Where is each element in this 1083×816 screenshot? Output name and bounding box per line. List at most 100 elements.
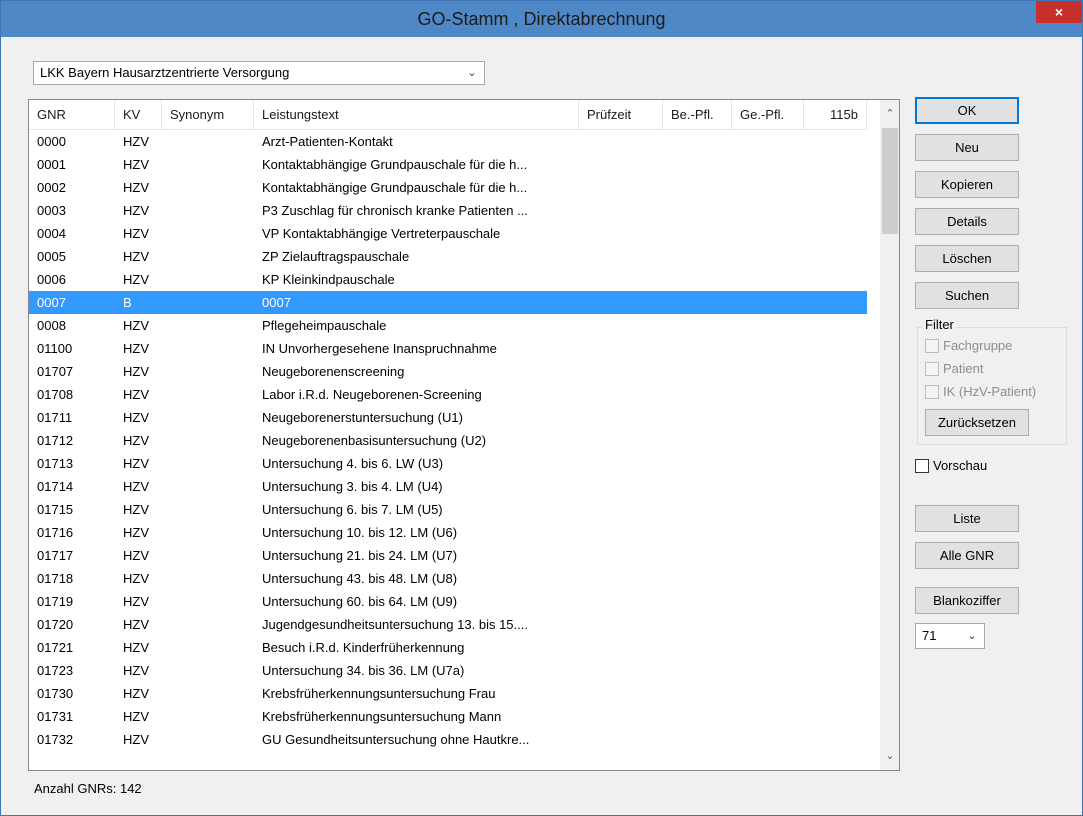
cell-synonym xyxy=(162,590,254,613)
cell-leistungstext: Besuch i.R.d. Kinderfrüherkennung xyxy=(262,640,465,655)
cell-kv: HZV xyxy=(123,709,149,724)
checkbox-box[interactable] xyxy=(925,385,939,399)
table-row[interactable]: 01716 HZV Untersuchung 10. bis 12. LM (U6) xyxy=(29,521,867,544)
close-icon: × xyxy=(1054,4,1064,20)
cell-kv: HZV xyxy=(123,410,149,425)
checkbox-box[interactable] xyxy=(925,339,939,353)
filter-patient-label: Patient xyxy=(943,361,984,376)
table-row[interactable]: 01720 HZV Jugendgesundheitsuntersuchung 13… xyxy=(29,613,867,636)
table-row[interactable]: 0008 HZV Pflegeheimpauschale xyxy=(29,314,867,337)
dialog-client: LKK Bayern Hausarztzentrierte Versorgung… xyxy=(9,37,1075,809)
cell-kv: HZV xyxy=(123,157,149,172)
cell-synonym xyxy=(162,475,254,498)
cell-kv: HZV xyxy=(123,272,149,287)
table-row[interactable]: 01731 HZV Krebsfrüherkennungsuntersuchung … xyxy=(29,705,867,728)
cell-kv: HZV xyxy=(123,387,149,402)
table-row[interactable]: 0005 HZV ZP Zielauftragspauschale xyxy=(29,245,867,268)
column-header-leistungstext[interactable]: Leistungstext xyxy=(254,100,579,130)
new-button[interactable]: Neu xyxy=(915,134,1019,161)
ok-button[interactable]: OK xyxy=(915,97,1019,124)
table-row[interactable]: 01719 HZV Untersuchung 60. bis 64. LM (U9) xyxy=(29,590,867,613)
filter-ik-checkbox[interactable]: IK (HzV-Patient) xyxy=(925,383,1065,401)
preview-checkbox[interactable]: Vorschau xyxy=(915,457,1035,475)
gnr-table[interactable]: GNR KV Synonym Leistungstext Prüfzeit Be… xyxy=(28,99,900,771)
column-header-ge-pfl[interactable]: Ge.-Pfl. xyxy=(732,100,804,130)
table-row[interactable]: 0006 HZV KP Kleinkindpauschale xyxy=(29,268,867,291)
table-row[interactable]: 01100 HZV IN Unvorhergesehene Inanspruchna… xyxy=(29,337,867,360)
checkbox-box[interactable] xyxy=(925,362,939,376)
cell-kv: HZV xyxy=(123,525,149,540)
cell-synonym xyxy=(162,567,254,590)
filter-fachgruppe-label: Fachgruppe xyxy=(943,338,1013,353)
details-button[interactable]: Details xyxy=(915,208,1019,235)
cell-synonym xyxy=(162,705,254,728)
table-row[interactable]: 0002 HZV Kontaktabhängige Grundpauschale f… xyxy=(29,176,867,199)
blank-number-button[interactable]: Blankoziffer xyxy=(915,587,1019,614)
cell-kv: HZV xyxy=(123,663,149,678)
table-row[interactable]: 01711 HZV Neugeborenerstuntersuchung (U1) xyxy=(29,406,867,429)
column-header-115b[interactable]: 115b xyxy=(804,100,867,130)
cell-gnr: 0007 xyxy=(37,295,66,310)
table-row[interactable]: 0001 HZV Kontaktabhängige Grundpauschale f… xyxy=(29,153,867,176)
table-row[interactable]: 01713 HZV Untersuchung 4. bis 6. LW (U3) xyxy=(29,452,867,475)
filter-patient-checkbox[interactable]: Patient xyxy=(925,360,1065,378)
table-row[interactable]: 01708 HZV Labor i.R.d. Neugeborenen-Screen… xyxy=(29,383,867,406)
title-bar: GO-Stamm , Direktabrechnung × xyxy=(1,1,1082,37)
cell-kv: HZV xyxy=(123,479,149,494)
cell-leistungstext: Untersuchung 3. bis 4. LM (U4) xyxy=(262,479,443,494)
cell-gnr: 01100 xyxy=(37,341,73,356)
cell-leistungstext: Untersuchung 34. bis 36. LM (U7a) xyxy=(262,663,465,678)
cell-synonym xyxy=(162,728,254,751)
scroll-down-icon[interactable]: ⌄ xyxy=(881,746,899,766)
cell-leistungstext: ZP Zielauftragspauschale xyxy=(262,249,410,264)
table-row[interactable]: 01723 HZV Untersuchung 34. bis 36. LM (U7a… xyxy=(29,659,867,682)
cell-gnr: 01718 xyxy=(37,571,74,586)
cell-leistungstext: Arzt-Patienten-Kontakt xyxy=(262,134,393,149)
checkbox-box[interactable] xyxy=(915,459,929,473)
search-button[interactable]: Suchen xyxy=(915,282,1019,309)
cell-synonym xyxy=(162,613,254,636)
delete-button[interactable]: Löschen xyxy=(915,245,1019,272)
cell-synonym xyxy=(162,222,254,245)
table-row[interactable]: 01718 HZV Untersuchung 43. bis 48. LM (U8) xyxy=(29,567,867,590)
cell-gnr: 0003 xyxy=(37,203,66,218)
column-header-be-pfl[interactable]: Be.-Pfl. xyxy=(663,100,732,130)
number-select[interactable]: 71 ⌄ xyxy=(915,623,985,649)
table-row[interactable]: 01721 HZV Besuch i.R.d. Kinderfrüherkennun… xyxy=(29,636,867,659)
filter-ik-label: IK (HzV-Patient) xyxy=(943,384,1037,399)
copy-button[interactable]: Kopieren xyxy=(915,171,1019,198)
table-row[interactable]: 0003 HZV P3 Zuschlag für chronisch kranke … xyxy=(29,199,867,222)
reset-filter-button[interactable]: Zurücksetzen xyxy=(925,409,1029,436)
column-header-synonym[interactable]: Synonym xyxy=(162,100,254,130)
list-button[interactable]: Liste xyxy=(915,505,1019,532)
table-row[interactable]: 0007 B 0007 xyxy=(29,291,867,314)
table-row[interactable]: 01715 HZV Untersuchung 6. bis 7. LM (U5) xyxy=(29,498,867,521)
cell-gnr: 01715 xyxy=(37,502,74,517)
catalog-select[interactable]: LKK Bayern Hausarztzentrierte Versorgung… xyxy=(33,61,485,85)
cell-kv: HZV xyxy=(123,134,149,149)
table-row[interactable]: 01714 HZV Untersuchung 3. bis 4. LM (U4) xyxy=(29,475,867,498)
scrollbar-thumb[interactable] xyxy=(882,128,898,234)
cell-gnr: 0001 xyxy=(37,157,66,172)
table-row[interactable]: 01707 HZV Neugeborenenscreening xyxy=(29,360,867,383)
number-select-value: 71 xyxy=(922,628,937,643)
cell-synonym xyxy=(162,360,254,383)
vertical-scrollbar[interactable]: ⌃ ⌄ xyxy=(880,100,899,770)
column-header-kv[interactable]: KV xyxy=(115,100,162,130)
cell-gnr: 01716 xyxy=(37,525,74,540)
table-row[interactable]: 01732 HZV GU Gesundheitsuntersuchung ohne … xyxy=(29,728,867,751)
column-header-pruefzeit[interactable]: Prüfzeit xyxy=(579,100,663,130)
table-row[interactable]: 01730 HZV Krebsfrüherkennungsuntersuchung … xyxy=(29,682,867,705)
table-row[interactable]: 0004 HZV VP Kontaktabhängige Vertreterpaus… xyxy=(29,222,867,245)
column-header-gnr[interactable]: GNR xyxy=(29,100,115,130)
cell-synonym xyxy=(162,498,254,521)
scroll-up-icon[interactable]: ⌃ xyxy=(881,104,899,124)
cell-gnr: 0000 xyxy=(37,134,66,149)
filter-fachgruppe-checkbox[interactable]: Fachgruppe xyxy=(925,337,1065,355)
all-gnr-button[interactable]: Alle GNR xyxy=(915,542,1019,569)
close-button[interactable]: × xyxy=(1036,1,1082,23)
table-row[interactable]: 01717 HZV Untersuchung 21. bis 24. LM (U7) xyxy=(29,544,867,567)
cell-gnr: 01721 xyxy=(37,640,74,655)
table-row[interactable]: 0000 HZV Arzt-Patienten-Kontakt xyxy=(29,130,867,153)
table-row[interactable]: 01712 HZV Neugeborenenbasisuntersuchung (U… xyxy=(29,429,867,452)
